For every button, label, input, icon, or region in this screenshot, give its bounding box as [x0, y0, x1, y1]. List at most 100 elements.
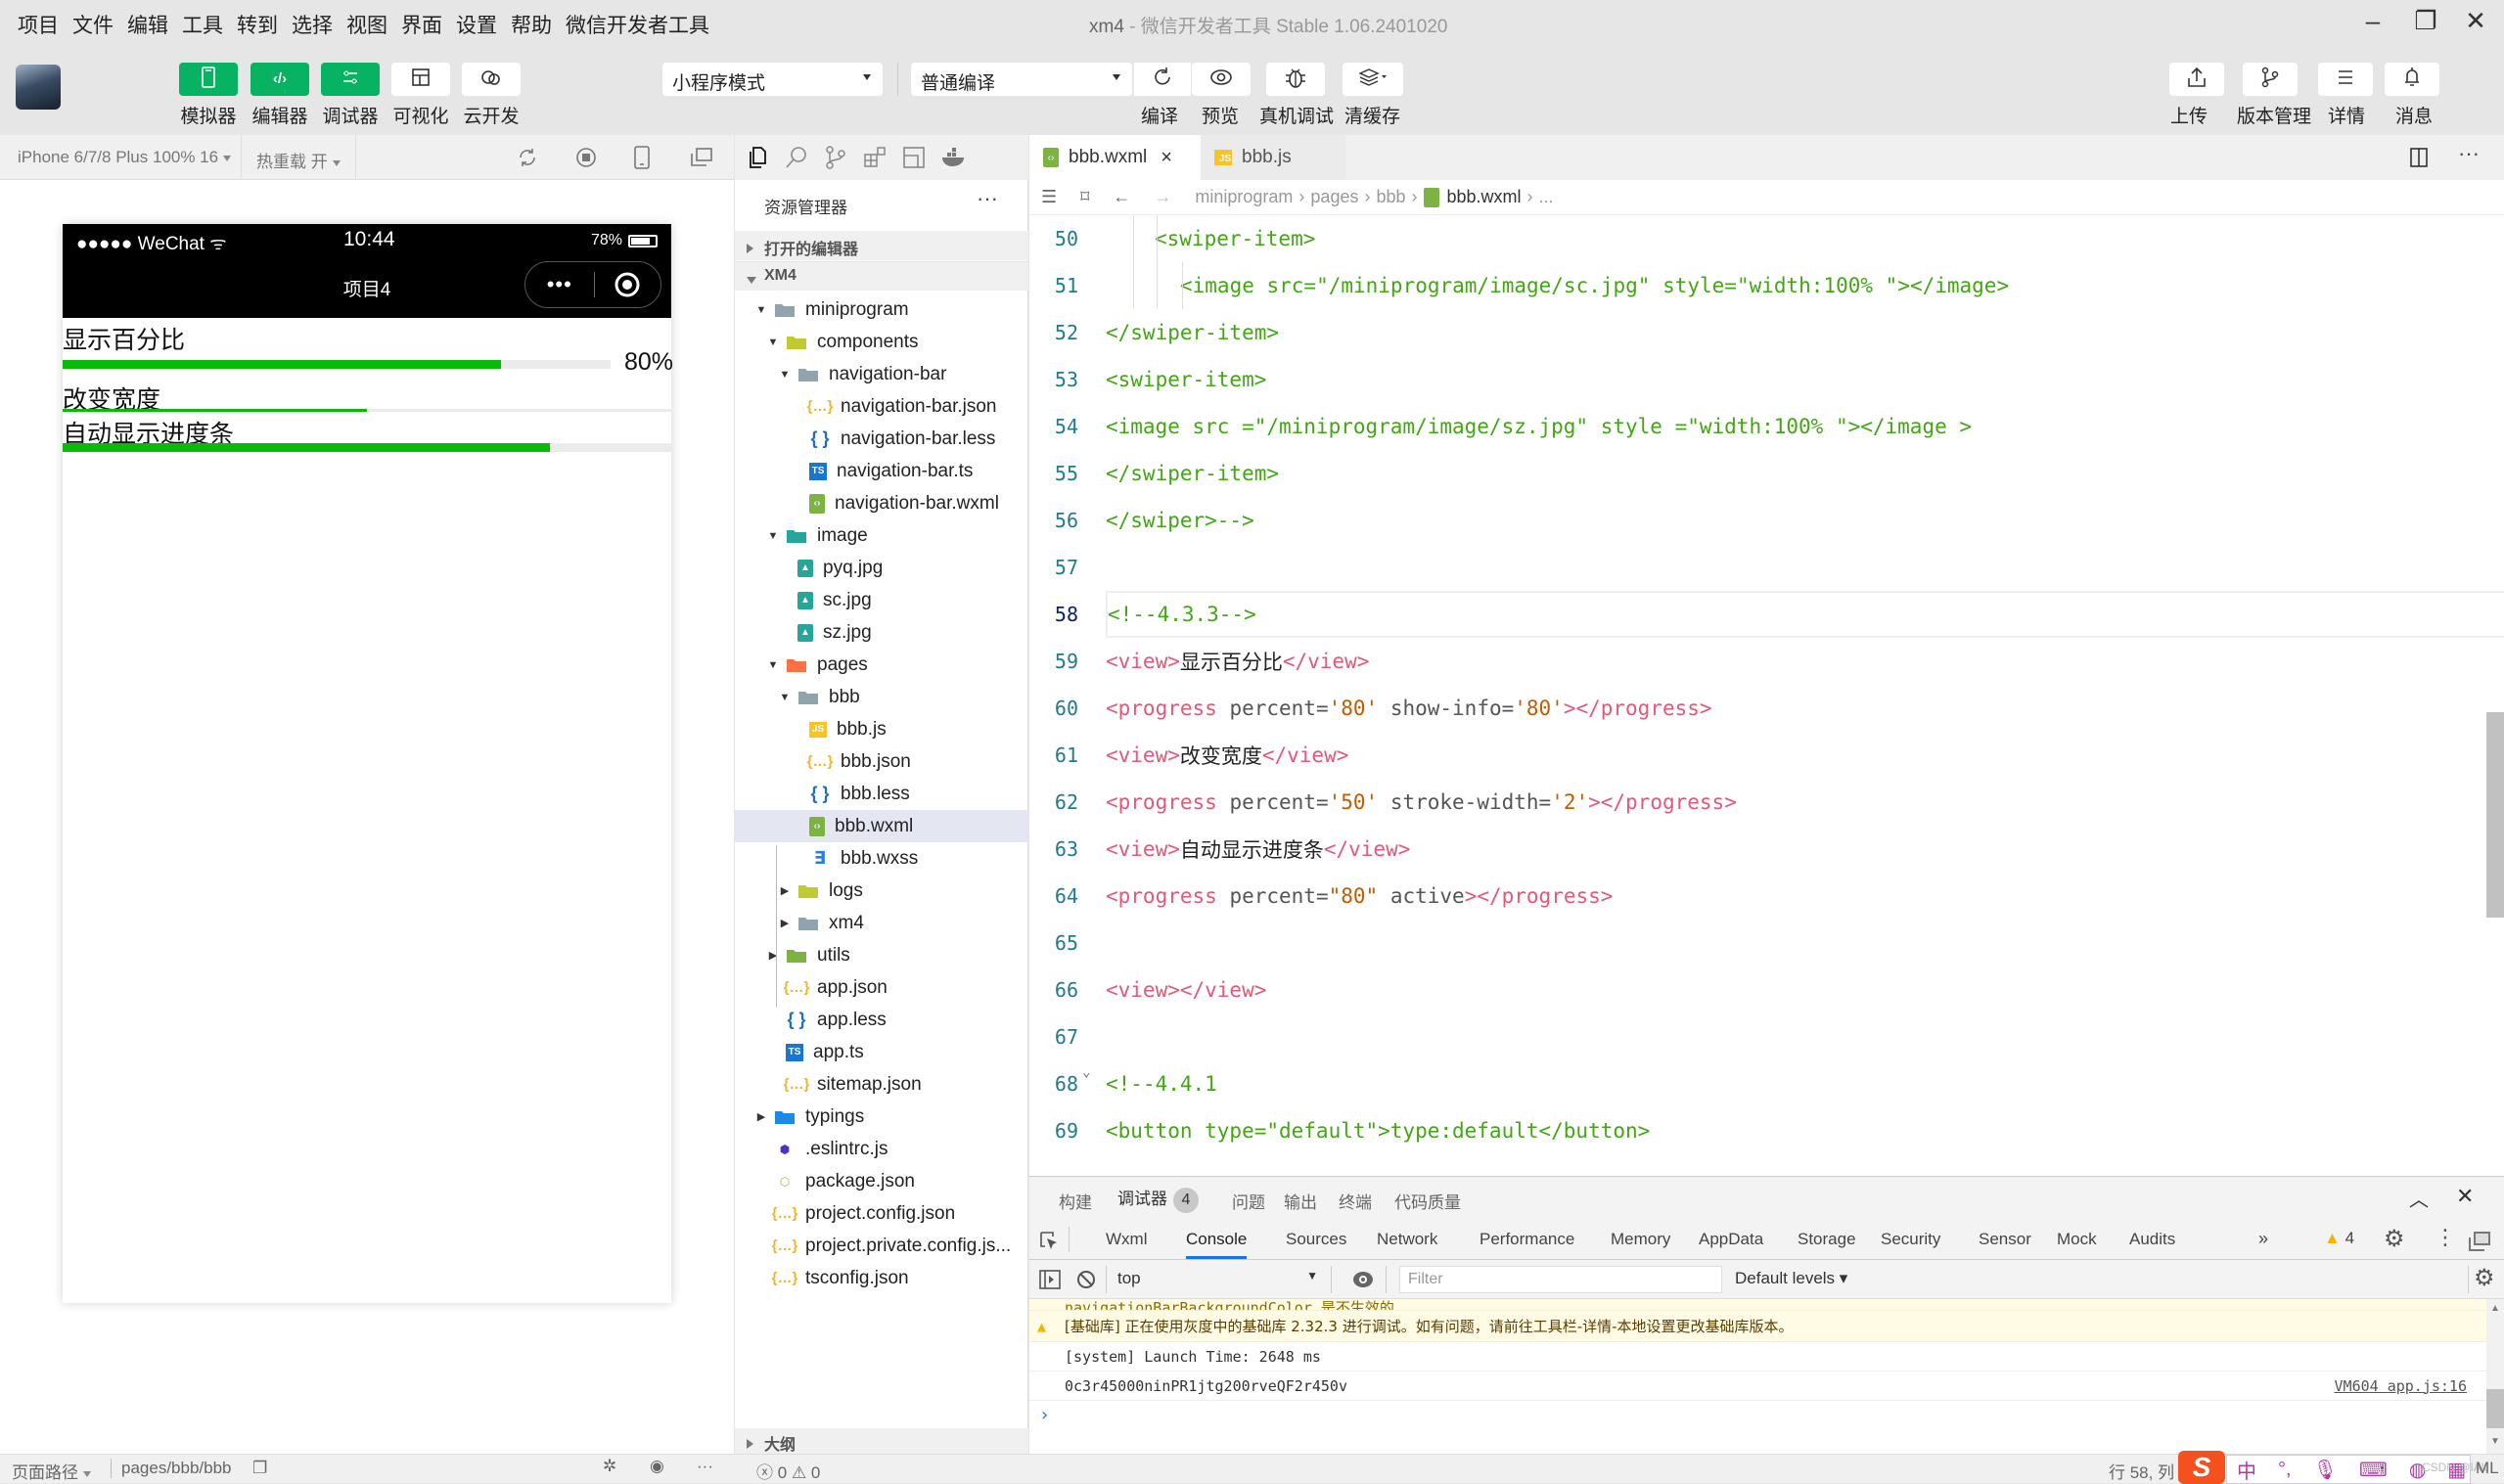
toggle-layout-button[interactable] — [391, 63, 450, 96]
eye-icon[interactable]: ◉ — [650, 1457, 664, 1476]
devtools-tab-audits[interactable]: Audits — [2129, 1230, 2175, 1249]
close-window-button[interactable]: ✕ — [2456, 6, 2495, 36]
devtools-tab-sources[interactable]: Sources — [1286, 1230, 1346, 1249]
tree-file[interactable]: ‹› bbb.wxml — [735, 810, 1028, 842]
debugger-tab[interactable]: 代码质量 — [1394, 1189, 1461, 1213]
devtools-tab-performance[interactable]: Performance — [1480, 1230, 1574, 1249]
menu-item[interactable]: 编辑 — [127, 10, 168, 39]
console-prompt[interactable]: › — [1039, 1405, 1050, 1425]
menu-button[interactable] — [2318, 63, 2373, 96]
restore-button[interactable]: ❐ — [2406, 6, 2445, 36]
layout-icon[interactable] — [901, 145, 927, 170]
outline-section[interactable]: 大纲 — [735, 1428, 1028, 1454]
tree-folder[interactable]: ▶ xm4 — [735, 907, 1028, 939]
forward-arrow-icon[interactable]: → — [1154, 187, 1171, 207]
bug-button[interactable] — [1266, 63, 1325, 96]
tab-bbb-js[interactable]: JS bbb.js — [1201, 135, 1345, 180]
kebab-menu-icon[interactable]: ⋮ — [2435, 1225, 2456, 1250]
explorer-more-button[interactable]: ··· — [977, 186, 998, 211]
breadcrumb-item[interactable]: miniprogram — [1195, 187, 1293, 207]
code-area[interactable]: 50 <swiper-item> 51 <image src="/miniprogra… — [1029, 215, 2504, 1176]
search-icon[interactable] — [784, 145, 809, 170]
collapse-panel-icon[interactable]: ︿ — [2409, 1184, 2429, 1212]
tree-file[interactable]: { } app.less — [735, 1004, 1028, 1036]
tree-file[interactable]: {…} sitemap.json — [735, 1068, 1028, 1101]
debugger-tab[interactable]: 输出 — [1284, 1189, 1317, 1213]
tree-folder[interactable]: ▼ miniprogram — [735, 293, 1028, 326]
devtools-tab-storage[interactable]: Storage — [1798, 1230, 1856, 1249]
tree-folder[interactable]: ▼ navigation-bar — [735, 358, 1028, 390]
menu-item[interactable]: 视图 — [346, 10, 387, 39]
bug-icon[interactable]: ✲ — [603, 1457, 616, 1476]
devtools-tab-security[interactable]: Security — [1881, 1230, 1940, 1249]
project-section[interactable]: XM4 — [735, 261, 1028, 291]
source-link[interactable]: VM604 app.js:16 — [2335, 1377, 2467, 1395]
tree-folder[interactable]: ▼ components — [735, 326, 1028, 358]
device-icon[interactable] — [633, 146, 651, 169]
console-scrollbar[interactable]: ▲ ▼ — [2486, 1299, 2504, 1454]
mode-select[interactable]: 小程序模式 — [662, 63, 883, 96]
editor-more-icon[interactable]: ··· — [2458, 141, 2480, 166]
close-tab-icon[interactable]: × — [1161, 147, 1172, 169]
toggle-phone-button[interactable] — [179, 63, 238, 96]
open-editors-section[interactable]: 打开的编辑器 — [735, 231, 1028, 260]
ime-logo-icon[interactable]: S — [2178, 1451, 2225, 1484]
tree-folder[interactable]: ▼ pages — [735, 649, 1028, 681]
log-levels-select[interactable]: Default levels ▾ — [1735, 1269, 1847, 1288]
clear-console-icon[interactable] — [1076, 1270, 1096, 1289]
tree-file[interactable]: ∃ bbb.wxss — [735, 842, 1028, 875]
compile-select[interactable]: 普通编译 — [911, 63, 1132, 96]
extensions-icon[interactable] — [862, 145, 888, 170]
tree-file[interactable]: { } navigation-bar.less — [735, 423, 1028, 455]
ime-chinese-toggle[interactable]: 中 — [2237, 1456, 2256, 1484]
tree-file[interactable]: TS navigation-bar.ts — [735, 455, 1028, 487]
ime-voice-icon[interactable]: 🎙 — [2313, 1458, 2338, 1482]
debugger-tab[interactable]: 问题 — [1232, 1189, 1265, 1213]
tree-file[interactable]: ‹› navigation-bar.wxml — [735, 487, 1028, 519]
upload-button[interactable] — [2169, 63, 2224, 96]
breadcrumb-item[interactable]: pages — [1310, 187, 1358, 207]
breadcrumb-item[interactable]: bbb — [1376, 187, 1405, 207]
settings-icon[interactable]: ⚙ — [2384, 1225, 2405, 1253]
hot-reload-select[interactable]: 热重载 开 — [256, 148, 341, 172]
menu-item[interactable]: 文件 — [72, 10, 114, 39]
scroll-thumb[interactable] — [2486, 1389, 2504, 1428]
tree-file[interactable]: { } bbb.less — [735, 778, 1028, 810]
detach-window-icon[interactable] — [690, 147, 713, 168]
tab-bbb-wxml[interactable]: ‹› bbb.wxml × — [1029, 135, 1201, 180]
devtools-tab-network[interactable]: Network — [1377, 1230, 1437, 1249]
tree-file[interactable]: {…} project.private.config.js... — [735, 1230, 1028, 1262]
toggle-cloud-button[interactable] — [462, 63, 521, 96]
tree-folder[interactable]: ▼ image — [735, 519, 1028, 552]
close-panel-icon[interactable]: ✕ — [2456, 1184, 2474, 1209]
breadcrumb-item[interactable]: bbb.wxml — [1447, 187, 1522, 207]
devtools-tab-console[interactable]: Console — [1186, 1230, 1248, 1259]
tree-file[interactable]: JS bbb.js — [735, 713, 1028, 745]
console-filter-input[interactable]: Filter — [1399, 1266, 1722, 1293]
bell-button[interactable] — [2385, 63, 2439, 96]
problems-counter[interactable]: ⓧ 0 ⚠ 0 — [756, 1459, 820, 1483]
tree-file[interactable]: TS app.ts — [735, 1036, 1028, 1068]
files-icon[interactable] — [745, 145, 770, 170]
tree-file[interactable]: {…} tsconfig.json — [735, 1262, 1028, 1294]
menu-item[interactable]: 转到 — [237, 10, 278, 39]
fold-chevron-icon[interactable]: ⌄ — [1082, 1064, 1090, 1080]
tree-file[interactable]: ▲ pyq.jpg — [735, 552, 1028, 584]
language-mode[interactable]: ML — [2476, 1459, 2499, 1478]
docker-icon[interactable] — [940, 147, 968, 168]
tree-file[interactable]: ▲ sc.jpg — [735, 584, 1028, 616]
back-arrow-icon[interactable]: ← — [1113, 187, 1130, 207]
split-editor-icon[interactable] — [2408, 147, 2430, 168]
console-settings-icon[interactable]: ⚙ — [2474, 1264, 2495, 1292]
live-expression-icon[interactable] — [1352, 1270, 1374, 1289]
toggle-debug-toggle-button[interactable] — [321, 63, 380, 96]
context-select[interactable]: top ▼ — [1117, 1269, 1318, 1288]
bookmark-icon[interactable]: ⌑ — [1080, 187, 1089, 207]
menu-item[interactable]: 设置 — [456, 10, 497, 39]
menu-item[interactable]: 项目 — [18, 10, 59, 39]
minimize-button[interactable]: – — [2353, 6, 2392, 36]
devtools-tab-mock[interactable]: Mock — [2057, 1230, 2097, 1249]
tree-file[interactable]: {…} app.json — [735, 971, 1028, 1004]
scroll-down-icon[interactable]: ▼ — [2490, 1436, 2500, 1447]
ime-keyboard-icon[interactable]: ⌨ — [2359, 1458, 2388, 1482]
